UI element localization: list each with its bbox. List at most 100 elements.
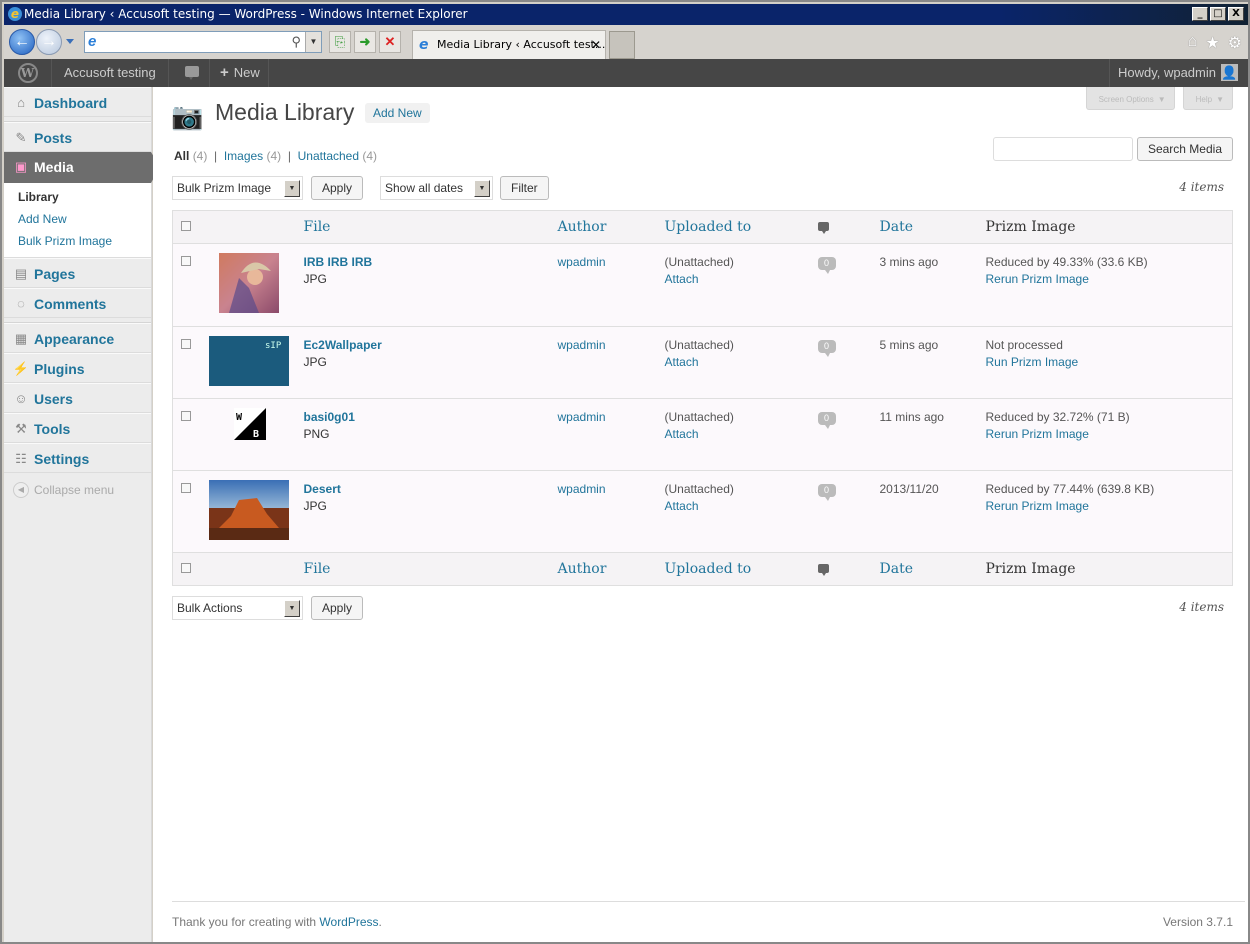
- sidebar-item-plugins[interactable]: ⚡ Plugins: [4, 353, 151, 383]
- column-author[interactable]: Author: [558, 219, 607, 235]
- file-title-link[interactable]: basi0g01: [304, 410, 355, 424]
- collapse-arrow-icon: ◀: [13, 482, 29, 498]
- author-link[interactable]: wpadmin: [558, 338, 606, 352]
- sidebar-item-appearance[interactable]: ▦ Appearance: [4, 323, 151, 353]
- help-button[interactable]: Help ▼: [1182, 87, 1233, 110]
- author-link[interactable]: wpadmin: [558, 410, 606, 424]
- attach-link[interactable]: Attach: [665, 272, 699, 286]
- compatibility-view-icon[interactable]: ⎘: [329, 31, 351, 53]
- column-date-footer[interactable]: Date: [880, 561, 913, 577]
- file-title-link[interactable]: IRB IRB IRB: [304, 255, 373, 269]
- browser-tab[interactable]: e Media Library ‹ Accusoft test... ✕: [412, 30, 606, 59]
- favorites-star-icon[interactable]: ★: [1205, 33, 1219, 53]
- attach-link[interactable]: Attach: [665, 427, 699, 441]
- row-checkbox[interactable]: [181, 256, 191, 266]
- filter-unattached[interactable]: Unattached: [298, 149, 359, 163]
- column-file-footer[interactable]: File: [304, 561, 331, 577]
- comments-column-icon[interactable]: [817, 564, 829, 576]
- row-checkbox[interactable]: [181, 411, 191, 421]
- prizm-status: Not processed: [985, 338, 1063, 352]
- search-icon[interactable]: ⚲: [291, 34, 301, 50]
- sidebar-item-tools[interactable]: ⚒ Tools: [4, 413, 151, 443]
- row-checkbox[interactable]: [181, 483, 191, 493]
- address-input[interactable]: [107, 34, 287, 50]
- file-format: JPG: [303, 272, 327, 286]
- file-title-link[interactable]: Ec2Wallpaper: [304, 338, 382, 352]
- screen-options-button[interactable]: Screen Options ▼: [1085, 87, 1175, 110]
- attach-link[interactable]: Attach: [665, 499, 699, 513]
- site-name-link[interactable]: Accusoft testing: [52, 59, 169, 87]
- date-filter-select[interactable]: Show all dates ▼: [380, 176, 493, 200]
- search-input[interactable]: [992, 137, 1133, 161]
- filter-images[interactable]: Images: [224, 149, 263, 163]
- uploaded-to: (Unattached): [664, 482, 734, 496]
- attach-link[interactable]: Attach: [665, 355, 699, 369]
- new-content-button[interactable]: + New: [212, 59, 269, 87]
- minimize-button[interactable]: _: [1192, 7, 1208, 21]
- back-button[interactable]: ←: [9, 29, 35, 55]
- address-dropdown-button[interactable]: ▼: [305, 32, 321, 52]
- prizm-action-link[interactable]: Run Prizm Image: [986, 355, 1079, 369]
- comment-count-bubble[interactable]: 0: [817, 484, 836, 501]
- forward-button[interactable]: →: [36, 29, 62, 55]
- account-menu[interactable]: Howdy, wpadmin 👤: [1108, 59, 1248, 87]
- stop-button[interactable]: ✕: [379, 31, 401, 53]
- submenu-add-new[interactable]: Add New: [4, 208, 151, 230]
- submenu-library[interactable]: Library: [4, 186, 151, 208]
- sidebar-item-pages[interactable]: ▤ Pages: [4, 258, 151, 288]
- filter-all[interactable]: All: [174, 149, 189, 163]
- bulk-action-select-top[interactable]: Bulk Prizm Image ▼: [172, 176, 303, 200]
- thumbnail-desert[interactable]: [208, 480, 289, 540]
- apply-button-bottom[interactable]: Apply: [311, 596, 364, 620]
- author-link[interactable]: wpadmin: [558, 255, 606, 269]
- apply-button-top[interactable]: Apply: [311, 176, 364, 200]
- sidebar-item-dashboard[interactable]: ⌂ Dashboard: [4, 87, 151, 117]
- sidebar-item-posts[interactable]: ✎ Posts: [4, 122, 151, 152]
- column-uploaded-to-footer[interactable]: Uploaded to: [665, 561, 752, 577]
- submenu-bulk-prizm-image[interactable]: Bulk Prizm Image: [4, 230, 151, 252]
- comment-count-bubble[interactable]: 0: [817, 257, 836, 274]
- comment-count-bubble[interactable]: 0: [817, 340, 836, 357]
- bulk-action-select-bottom[interactable]: Bulk Actions ▼: [172, 596, 303, 620]
- comments-column-icon[interactable]: [817, 222, 829, 234]
- chevron-down-icon: ▼: [1216, 95, 1224, 104]
- column-author-footer[interactable]: Author: [558, 561, 607, 577]
- file-title-link[interactable]: Desert: [304, 482, 341, 496]
- select-all-checkbox[interactable]: [181, 221, 191, 231]
- maximize-button[interactable]: □: [1210, 7, 1226, 21]
- wordpress-logo-button[interactable]: W: [4, 59, 52, 87]
- sidebar-item-media[interactable]: ▣ Media: [4, 152, 160, 183]
- author-link[interactable]: wpadmin: [558, 482, 606, 496]
- select-all-checkbox-bottom[interactable]: [181, 563, 191, 573]
- thumbnail-basi0g01[interactable]: WB: [233, 408, 266, 440]
- go-button[interactable]: ➜: [354, 31, 376, 53]
- column-file[interactable]: File: [304, 219, 331, 235]
- prizm-action-link[interactable]: Rerun Prizm Image: [986, 499, 1089, 513]
- gear-icon[interactable]: ⚙: [1228, 33, 1242, 53]
- comments-bar-button[interactable]: [174, 59, 210, 87]
- close-window-button[interactable]: X: [1228, 7, 1244, 21]
- collapse-menu-button[interactable]: ◀ Collapse menu: [4, 473, 151, 507]
- file-format: PNG: [303, 427, 330, 441]
- prizm-action-link[interactable]: Rerun Prizm Image: [986, 272, 1089, 286]
- comment-count-bubble[interactable]: 0: [817, 412, 836, 429]
- history-dropdown-icon[interactable]: [66, 39, 74, 44]
- prizm-action-link[interactable]: Rerun Prizm Image: [986, 427, 1089, 441]
- search-media-button[interactable]: Search Media: [1136, 137, 1233, 161]
- selected-value: Bulk Prizm Image: [177, 181, 272, 195]
- address-bar[interactable]: e ⚲ ▼: [84, 31, 322, 53]
- new-tab-button[interactable]: [609, 31, 635, 59]
- tab-close-button[interactable]: ✕: [591, 31, 601, 59]
- filter-button[interactable]: Filter: [500, 176, 549, 200]
- row-checkbox[interactable]: [181, 339, 191, 349]
- column-date[interactable]: Date: [880, 219, 913, 235]
- add-new-button[interactable]: Add New: [365, 103, 430, 123]
- thumbnail-irb[interactable]: [218, 253, 279, 313]
- thumbnail-ec2wallpaper[interactable]: sIP: [208, 336, 289, 386]
- sidebar-item-users[interactable]: ☺ Users: [4, 383, 151, 413]
- sidebar-item-settings[interactable]: ☷ Settings: [4, 443, 151, 473]
- sidebar-item-comments[interactable]: ◌ Comments: [4, 288, 151, 318]
- home-icon[interactable]: ⌂: [1188, 33, 1198, 53]
- column-uploaded-to[interactable]: Uploaded to: [665, 219, 752, 235]
- wordpress-link[interactable]: WordPress: [319, 915, 378, 929]
